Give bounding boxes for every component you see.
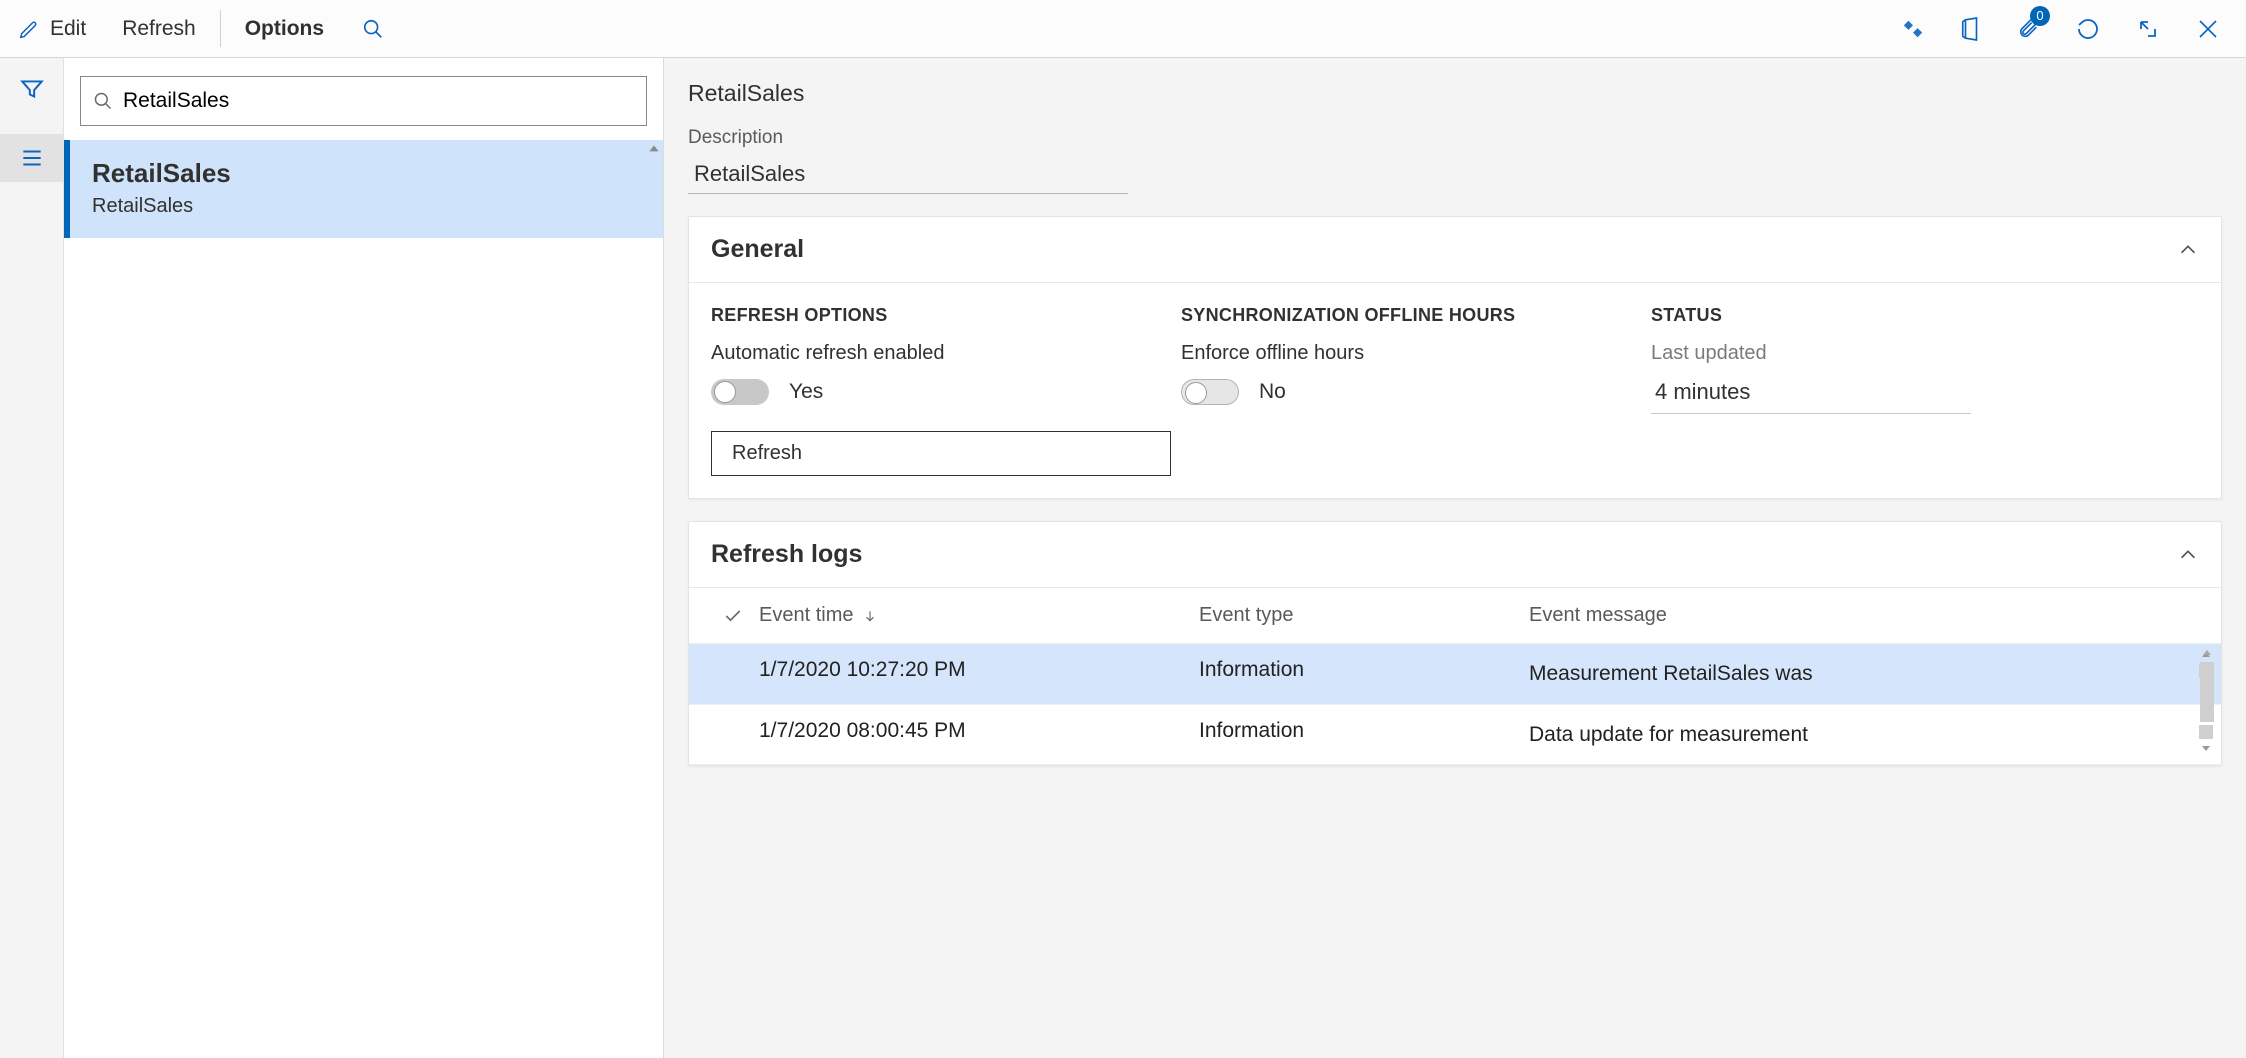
command-bar: Edit Refresh Options 0	[0, 0, 2246, 58]
row-event-message: Measurement RetailSales was	[1529, 658, 2221, 690]
attachments-badge: 0	[2030, 6, 2050, 26]
chevron-up-icon	[2177, 239, 2199, 261]
refresh-button[interactable]: Refresh	[711, 431, 1171, 476]
event-message-column-header[interactable]: Event message	[1529, 604, 2221, 627]
refresh-options-col: REFRESH OPTIONS Automatic refresh enable…	[711, 305, 1171, 476]
list-scroll[interactable]: RetailSales RetailSales	[64, 140, 663, 1058]
detail-pane: RetailSales Description RetailSales Gene…	[664, 58, 2246, 1058]
event-message-label: Event message	[1529, 604, 1667, 626]
description-label: Description	[688, 127, 2222, 149]
grid-header-row: Event time Event type Event message	[689, 588, 2221, 644]
event-type-column-header[interactable]: Event type	[1199, 604, 1529, 627]
enforce-offline-label: Enforce offline hours	[1181, 342, 1641, 365]
refresh-command[interactable]: Refresh	[104, 0, 214, 57]
row-event-message: Data update for measurement	[1529, 719, 2221, 751]
general-card-body: REFRESH OPTIONS Automatic refresh enable…	[689, 282, 2221, 498]
edit-label: Edit	[50, 17, 86, 41]
refresh-logs-grid: Event time Event type Event message	[689, 588, 2221, 765]
main-area: RetailSales RetailSales RetailSales Desc…	[0, 58, 2246, 1058]
enforce-offline-toggle[interactable]	[1181, 379, 1239, 405]
automatic-refresh-label: Automatic refresh enabled	[711, 342, 1171, 365]
list-view-button[interactable]	[0, 134, 63, 182]
automatic-refresh-toggle[interactable]	[711, 379, 769, 405]
refresh-logs-header[interactable]: Refresh logs	[689, 522, 2221, 587]
search-icon	[93, 91, 113, 111]
scrollbar-thumb[interactable]	[2200, 662, 2214, 722]
enforce-offline-state: No	[1259, 380, 1286, 404]
last-updated-value: 4 minutes	[1651, 375, 1971, 414]
status-col: STATUS Last updated 4 minutes	[1651, 305, 2111, 476]
row-event-time: 1/7/2020 10:27:20 PM	[759, 658, 1199, 690]
last-updated-label: Last updated	[1651, 342, 2111, 365]
sync-offline-heading: SYNCHRONIZATION OFFLINE HOURS	[1181, 305, 1641, 326]
event-time-label: Event time	[759, 604, 853, 627]
popout-icon-button[interactable]	[2136, 17, 2160, 41]
refresh-options-heading: REFRESH OPTIONS	[711, 305, 1171, 326]
row-event-type: Information	[1199, 719, 1529, 751]
list-pane: RetailSales RetailSales	[64, 58, 664, 1058]
grid-body: 1/7/2020 10:27:20 PM Information Measure…	[689, 644, 2221, 765]
options-command[interactable]: Options	[227, 0, 342, 57]
search-icon	[362, 18, 384, 40]
row-event-time: 1/7/2020 08:00:45 PM	[759, 719, 1199, 751]
scroll-up-icon[interactable]	[647, 142, 661, 156]
grid-vertical-scrollbar[interactable]	[2197, 648, 2217, 759]
page-title: RetailSales	[688, 80, 2222, 107]
plugin-icon[interactable]	[1902, 18, 1924, 40]
edit-button[interactable]: Edit	[0, 0, 104, 57]
list-search-box[interactable]	[80, 76, 647, 126]
command-bar-left: Edit Refresh Options	[0, 0, 404, 57]
refresh-icon-button[interactable]	[2076, 17, 2100, 41]
list-search-input[interactable]	[123, 89, 634, 113]
row-event-type: Information	[1199, 658, 1529, 690]
table-row[interactable]: 1/7/2020 08:00:45 PM Information Data up…	[689, 705, 2221, 766]
refresh-logs-title: Refresh logs	[711, 540, 862, 569]
list-item-subtitle: RetailSales	[92, 195, 635, 218]
event-time-column-header[interactable]: Event time	[759, 604, 1199, 627]
sync-offline-col: SYNCHRONIZATION OFFLINE HOURS Enforce of…	[1181, 305, 1641, 476]
chevron-up-icon	[2177, 544, 2199, 566]
refresh-logs-grid-wrap: Event time Event type Event message	[689, 587, 2221, 765]
description-field[interactable]: RetailSales	[688, 157, 1128, 194]
close-button[interactable]	[2196, 17, 2220, 41]
general-card-header[interactable]: General	[689, 217, 2221, 282]
attachments-button[interactable]: 0	[2018, 16, 2040, 42]
pencil-icon	[18, 18, 40, 40]
left-gutter	[0, 58, 64, 1058]
list-item-title: RetailSales	[92, 158, 635, 189]
status-heading: STATUS	[1651, 305, 2111, 326]
event-type-label: Event type	[1199, 604, 1294, 626]
table-row[interactable]: 1/7/2020 10:27:20 PM Information Measure…	[689, 644, 2221, 705]
command-search-button[interactable]	[342, 0, 404, 57]
command-bar-right: 0	[1902, 16, 2246, 42]
filter-button[interactable]	[19, 76, 45, 102]
options-command-label: Options	[245, 17, 324, 41]
select-all-column[interactable]	[707, 606, 759, 626]
general-card-title: General	[711, 235, 804, 264]
command-divider	[220, 10, 221, 47]
automatic-refresh-state: Yes	[789, 380, 823, 404]
refresh-logs-card: Refresh logs Event time	[688, 521, 2222, 766]
refresh-command-label: Refresh	[122, 17, 196, 41]
scrollbar-up-icon[interactable]	[2200, 648, 2214, 660]
office-icon[interactable]	[1960, 16, 1982, 42]
list-item[interactable]: RetailSales RetailSales	[64, 140, 663, 238]
sort-down-icon	[863, 607, 877, 625]
general-card: General REFRESH OPTIONS Automatic refres…	[688, 216, 2222, 499]
